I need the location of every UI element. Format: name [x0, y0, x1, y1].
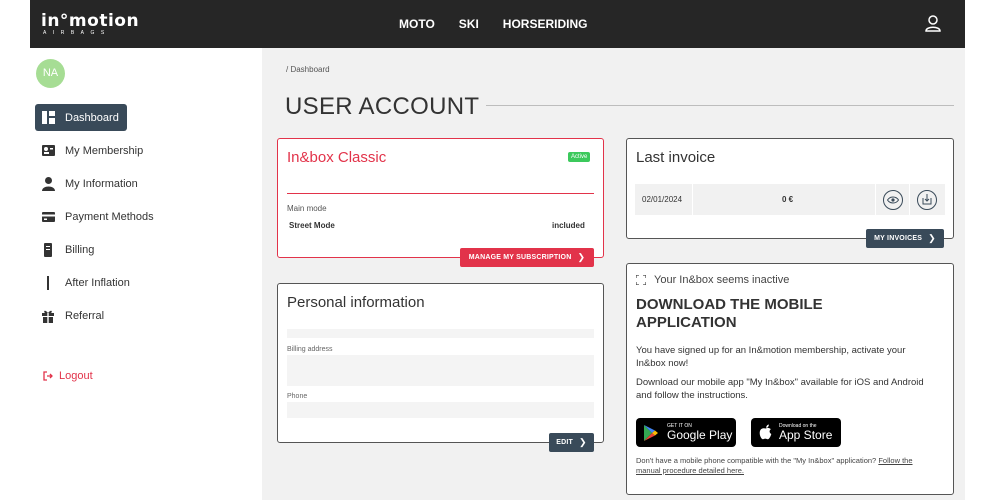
- sidebar-item-billing[interactable]: Billing: [35, 236, 94, 263]
- last-invoice-card: Last invoice 02/01/2024 0 €: [626, 138, 954, 239]
- sidebar: NA Dashboard My Membership My Informatio…: [30, 48, 262, 500]
- manual-procedure-note: Don't have a mobile phone compatible wit…: [636, 456, 936, 476]
- sidebar-item-label: After Inflation: [65, 276, 130, 289]
- manual-procedure-text: Don't have a mobile phone compatible wit…: [636, 456, 877, 465]
- sidebar-item-after-inflation[interactable]: After Inflation: [35, 269, 130, 296]
- mode-included: included: [552, 221, 585, 230]
- download-icon: [917, 189, 937, 210]
- logout-icon: [43, 371, 53, 381]
- app-store-big: App Store: [779, 428, 833, 442]
- eye-icon: [882, 189, 903, 210]
- sidebar-item-dashboard[interactable]: Dashboard: [35, 104, 127, 131]
- sidebar-item-label: Billing: [65, 243, 95, 256]
- google-play-big: Google Play: [667, 428, 733, 442]
- manage-subscription-button[interactable]: MANAGE MY SUBSCRIPTION ❯: [460, 248, 594, 267]
- after-inflation-icon: [41, 275, 55, 290]
- name-field[interactable]: [287, 329, 594, 338]
- invoice-amount: 0 €: [693, 184, 876, 215]
- phone-label: Phone: [287, 393, 308, 400]
- sidebar-item-payment-methods[interactable]: Payment Methods: [35, 203, 154, 230]
- download-invoice-button[interactable]: [910, 184, 944, 215]
- sidebar-item-label: Payment Methods: [65, 210, 154, 223]
- manage-subscription-label: MANAGE MY SUBSCRIPTION: [468, 254, 572, 261]
- sidebar-item-label: My Information: [65, 177, 138, 190]
- main-content: / Dashboard USER ACCOUNT In&box Classic …: [262, 48, 965, 500]
- scan-frame-icon: [636, 275, 646, 285]
- top-nav: MOTO SKI HORSERIDING: [399, 17, 587, 31]
- person-icon: [41, 176, 55, 191]
- gift-icon: [41, 309, 55, 323]
- chevron-right-icon: ❯: [577, 252, 586, 262]
- mode-label: Main mode: [287, 204, 327, 213]
- breadcrumb[interactable]: / Dashboard: [286, 65, 330, 74]
- credit-card-icon: [41, 210, 55, 224]
- chevron-right-icon: ❯: [579, 437, 587, 447]
- logout-label: Logout: [59, 370, 93, 382]
- top-bar: in°motion AIRBAGS MOTO SKI HORSERIDING: [30, 0, 965, 48]
- edit-button[interactable]: EDIT ❯: [549, 433, 594, 452]
- sidebar-item-my-information[interactable]: My Information: [35, 170, 138, 197]
- google-play-icon: [644, 424, 658, 441]
- invoice-date: 02/01/2024: [635, 184, 693, 215]
- inactive-notice-text: Your In&box seems inactive: [654, 274, 790, 286]
- mobile-app-card: Your In&box seems inactive DOWNLOAD THE …: [626, 263, 954, 495]
- download-app-heading: DOWNLOAD THE MOBILE APPLICATION: [636, 296, 823, 331]
- activate-text: You have signed up for an In&motion memb…: [636, 345, 906, 369]
- apple-icon: [759, 424, 772, 440]
- chevron-right-icon: ❯: [928, 233, 936, 243]
- subscription-divider: [287, 193, 594, 194]
- personal-information-card: Personal information Billing address Pho…: [277, 283, 604, 443]
- my-invoices-label: MY INVOICES: [874, 235, 923, 242]
- logo-wordmark: in°motion: [41, 11, 140, 31]
- inactive-notice: Your In&box seems inactive: [636, 274, 789, 286]
- app-store-button[interactable]: Download on the App Store: [751, 418, 841, 447]
- download-instructions-text: Download our mobile app "My In&box" avai…: [636, 377, 924, 401]
- mode-value: Street Mode: [289, 221, 335, 230]
- page-title: USER ACCOUNT: [285, 93, 480, 120]
- inmotion-logo[interactable]: in°motion AIRBAGS: [41, 11, 140, 37]
- logout-button[interactable]: Logout: [43, 370, 93, 382]
- sidebar-item-label: Referral: [65, 309, 105, 322]
- sidebar-item-label: My Membership: [65, 144, 144, 157]
- view-invoice-button[interactable]: [876, 184, 910, 215]
- my-invoices-button[interactable]: MY INVOICES ❯: [866, 229, 944, 248]
- google-play-button[interactable]: GET IT ON Google Play: [636, 418, 736, 447]
- nav-horseriding[interactable]: HORSERIDING: [503, 17, 588, 31]
- last-invoice-title: Last invoice: [636, 149, 716, 166]
- membership-card-icon: [41, 144, 55, 158]
- billing-address-field[interactable]: [287, 355, 594, 386]
- sidebar-item-label: Dashboard: [65, 111, 119, 124]
- personal-information-title: Personal information: [287, 294, 425, 311]
- nav-moto[interactable]: MOTO: [399, 17, 435, 31]
- subscription-title: In&box Classic: [287, 149, 387, 166]
- nav-ski[interactable]: SKI: [459, 17, 479, 31]
- sidebar-item-my-membership[interactable]: My Membership: [35, 137, 143, 164]
- invoice-row: 02/01/2024 0 €: [635, 184, 945, 215]
- billing-icon: [41, 242, 55, 257]
- phone-field[interactable]: [287, 402, 594, 418]
- status-badge: Active: [568, 152, 591, 162]
- title-divider: [486, 105, 954, 106]
- avatar[interactable]: NA: [36, 59, 65, 88]
- sidebar-item-referral[interactable]: Referral: [35, 302, 104, 329]
- dashboard-icon: [41, 111, 55, 125]
- edit-label: EDIT: [556, 439, 573, 446]
- billing-address-label: Billing address: [287, 346, 333, 353]
- user-account-icon[interactable]: [925, 15, 941, 32]
- subscription-card: In&box Classic Active Main mode Street M…: [277, 138, 604, 258]
